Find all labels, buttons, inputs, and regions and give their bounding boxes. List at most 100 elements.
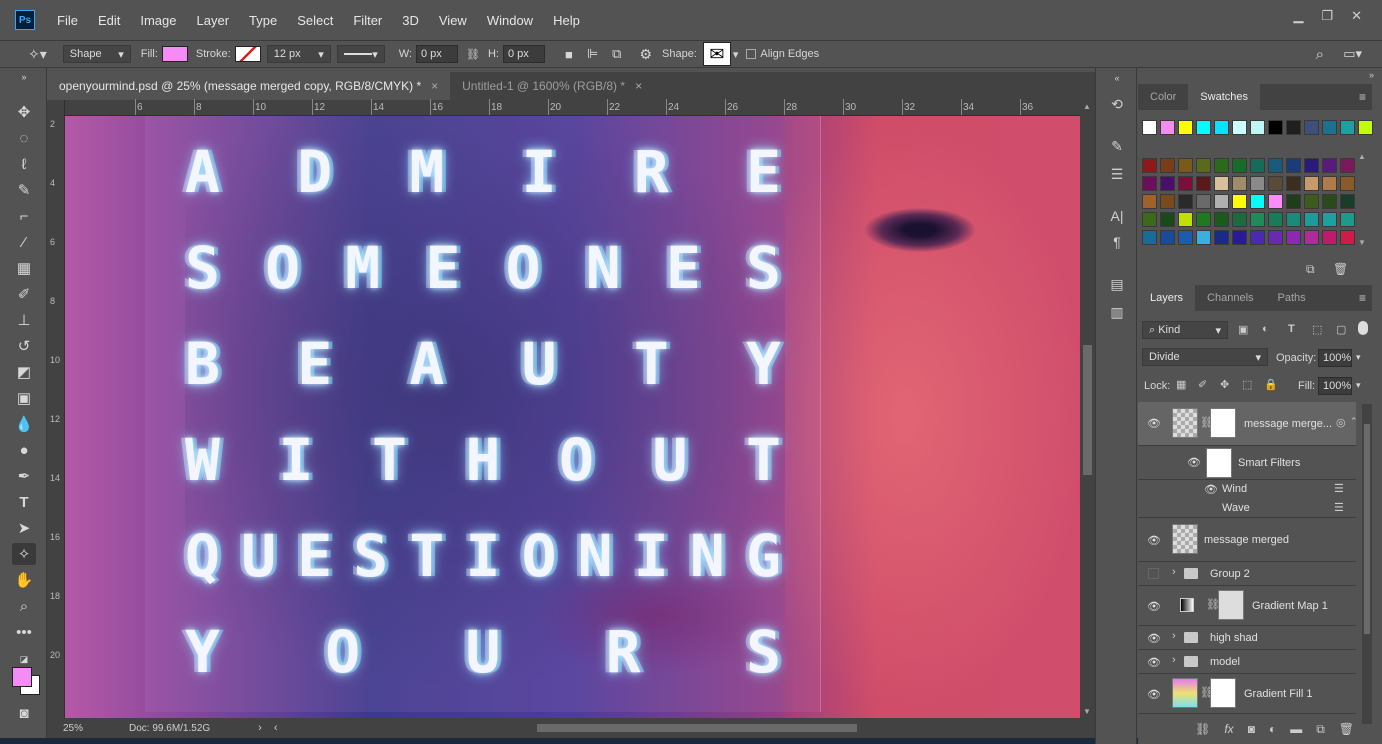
eye-icon[interactable]: 👁 (1147, 600, 1161, 613)
lock-pixels-icon[interactable]: ✐ (1198, 378, 1207, 391)
swatch[interactable] (1322, 194, 1337, 209)
healing-brush-tool-icon[interactable]: ▦ (12, 257, 36, 279)
search-icon[interactable]: ⌕ (1316, 46, 1324, 63)
tab-paths[interactable]: Paths (1266, 285, 1318, 311)
chevron-right-icon[interactable]: › (1172, 654, 1176, 666)
scroll-thumb[interactable] (1364, 424, 1370, 634)
collapse-arrows-icon[interactable]: « (1109, 70, 1125, 86)
filter-options-icon[interactable]: ☰ (1334, 482, 1344, 495)
kind-filter-dropdown[interactable]: ⌕ Kind ▾ (1142, 321, 1228, 339)
path-operations-icon[interactable]: ■ (565, 47, 573, 62)
menu-select[interactable]: Select (287, 13, 343, 28)
restore-button[interactable]: ❐ (1321, 8, 1333, 24)
swatch[interactable] (1304, 230, 1319, 245)
menu-edit[interactable]: Edit (88, 13, 130, 28)
tab-swatches[interactable]: Swatches (1188, 84, 1260, 110)
close-icon[interactable]: × (635, 79, 642, 93)
swatch[interactable] (1160, 120, 1175, 135)
scroll-left-icon[interactable]: ‹ (274, 722, 278, 734)
swatch[interactable] (1214, 194, 1229, 209)
chevron-down-icon[interactable]: ▾ (1356, 380, 1361, 391)
custom-shape-tool-icon[interactable]: ✧▾ (28, 46, 47, 63)
quick-selection-tool-icon[interactable]: ✎ (12, 179, 36, 201)
filter-shape-icon[interactable]: ⬚ (1312, 323, 1322, 336)
layer-row[interactable]: 👁 › model (1138, 650, 1356, 674)
menu-window[interactable]: Window (477, 13, 543, 28)
swatch[interactable] (1214, 212, 1229, 227)
layer-row[interactable]: 👁 › high shad (1138, 626, 1356, 650)
minimize-button[interactable]: ▁ (1293, 8, 1303, 24)
swatch[interactable] (1178, 158, 1193, 173)
path-alignment-icon[interactable]: ⊫ (587, 46, 598, 62)
more-tools-icon[interactable]: ••• (12, 621, 36, 643)
zoom-level[interactable]: 25% (63, 723, 83, 734)
marquee-tool-icon[interactable]: ◌ (12, 127, 36, 149)
brush-tool-icon[interactable]: ✐ (12, 283, 36, 305)
lock-artboard-icon[interactable]: ⬚ (1242, 378, 1252, 391)
tool-mode-dropdown[interactable]: Shape ▾ (62, 45, 131, 63)
swatch[interactable] (1232, 176, 1247, 191)
swatch[interactable] (1322, 158, 1337, 173)
swatch[interactable] (1196, 194, 1211, 209)
lock-position-icon[interactable]: ✥ (1220, 378, 1229, 391)
stroke-type-dropdown[interactable]: ▾ (336, 45, 385, 63)
type-tool-icon[interactable]: T (12, 491, 36, 513)
blend-mode-dropdown[interactable]: Divide ▾ (1142, 348, 1268, 366)
swatch[interactable] (1196, 230, 1211, 245)
scroll-thumb[interactable] (1083, 345, 1092, 475)
notes-icon[interactable]: ▥ (1109, 304, 1125, 320)
menu-help[interactable]: Help (543, 13, 590, 28)
tab-openyourmind[interactable]: openyourmind.psd @ 25% (message merged c… (47, 72, 451, 100)
swatch[interactable] (1304, 194, 1319, 209)
chevron-down-icon[interactable]: ▾ (1356, 352, 1361, 363)
layer-row[interactable]: 👁 message merged (1138, 518, 1356, 562)
stroke-size-dropdown[interactable]: 12 px ▾ (266, 45, 331, 63)
pen-tool-icon[interactable]: ✒ (12, 465, 36, 487)
path-arrangement-icon[interactable]: ⧉ (612, 46, 621, 62)
move-tool-icon[interactable]: ✥ (12, 101, 36, 123)
swatch[interactable] (1304, 120, 1319, 135)
swatch[interactable] (1304, 212, 1319, 227)
tab-untitled-1[interactable]: Untitled-1 @ 1600% (RGB/8) * × (450, 72, 654, 100)
foreground-color-swatch[interactable] (12, 667, 32, 687)
fill-color-swatch[interactable] (161, 46, 188, 62)
swatch[interactable] (1340, 212, 1355, 227)
filter-type-icon[interactable]: T (1288, 323, 1295, 335)
swatch[interactable] (1160, 194, 1175, 209)
menu-type[interactable]: Type (239, 13, 287, 28)
swatch[interactable] (1142, 176, 1157, 191)
swatch[interactable] (1196, 212, 1211, 227)
eraser-tool-icon[interactable]: ◩ (12, 361, 36, 383)
layer-row[interactable]: 👁 ⛓ Gradient Map 1 (1138, 586, 1356, 626)
swatch[interactable] (1250, 176, 1265, 191)
width-input[interactable]: 0 px (415, 45, 458, 63)
adjustments-icon[interactable]: ☰ (1109, 166, 1125, 182)
link-icon[interactable]: ⛓ (466, 48, 480, 61)
workspace-icon[interactable]: ▭▾ (1343, 46, 1362, 62)
scroll-up-icon[interactable]: ▲ (1083, 102, 1091, 111)
close-icon[interactable]: × (431, 79, 438, 93)
hand-tool-icon[interactable]: ✋ (12, 569, 36, 591)
horizontal-scroll-thumb[interactable] (537, 724, 857, 732)
swatch[interactable] (1142, 120, 1157, 135)
history-icon[interactable]: ⟲ (1109, 96, 1125, 112)
swatch[interactable] (1268, 158, 1283, 173)
swatch[interactable] (1232, 194, 1247, 209)
layer-row[interactable]: 👁 ⛓ message merge... ◎ ⌃ (1138, 402, 1358, 446)
trash-icon[interactable]: 🗑 (1339, 722, 1354, 736)
quick-mask-icon[interactable]: ◙ (12, 702, 36, 724)
blur-tool-icon[interactable]: 💧 (12, 413, 36, 435)
swatch[interactable] (1232, 212, 1247, 227)
collapse-arrows-icon[interactable]: » (1369, 70, 1374, 80)
swatch[interactable] (1358, 120, 1373, 135)
chevron-up-icon[interactable]: ⌃ (1350, 416, 1358, 427)
swatch[interactable] (1286, 158, 1301, 173)
swatch[interactable] (1286, 176, 1301, 191)
layers-scrollbar[interactable] (1362, 404, 1372, 724)
swatch[interactable] (1322, 120, 1337, 135)
swatch[interactable] (1178, 120, 1193, 135)
filter-options-icon[interactable]: ☰ (1334, 501, 1344, 514)
swatch[interactable] (1160, 158, 1175, 173)
layer-row[interactable]: › Group 2 (1138, 562, 1356, 586)
eye-icon[interactable]: 👁 (1204, 483, 1218, 496)
